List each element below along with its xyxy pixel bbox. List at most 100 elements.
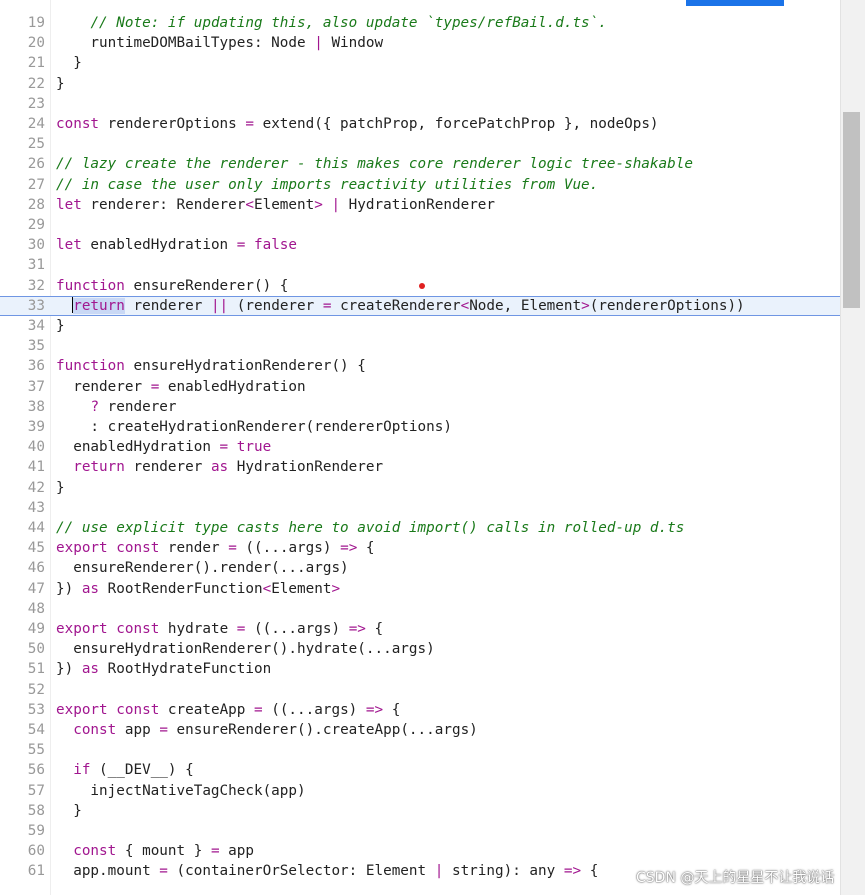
- line-code: // lazy create the renderer - this makes…: [56, 154, 693, 174]
- code-line[interactable]: 31: [0, 255, 840, 275]
- line-number: 51: [27, 661, 45, 678]
- code-line[interactable]: 57 injectNativeTagCheck(app): [0, 781, 840, 801]
- code-line[interactable]: 22}: [0, 74, 840, 94]
- code-line[interactable]: 40 enabledHydration = true: [0, 437, 840, 457]
- line-number: 44: [27, 520, 45, 536]
- line-number: 26: [27, 156, 45, 173]
- code-line[interactable]: 33 return renderer || (renderer = create…: [0, 295, 840, 316]
- line-number: 36: [27, 358, 45, 375]
- code-token: return: [73, 459, 125, 476]
- code-token: // lazy create the renderer - this makes…: [56, 156, 693, 173]
- code-line[interactable]: 60 const { mount } = app: [0, 841, 840, 861]
- code-line[interactable]: 30 let enabledHydration = false: [0, 235, 840, 255]
- code-line[interactable]: 42}: [0, 478, 840, 498]
- code-line[interactable]: 52: [0, 680, 840, 700]
- line-number: 49: [27, 621, 45, 637]
- code-line[interactable]: 59: [0, 821, 840, 841]
- code-token: string): any: [443, 863, 564, 880]
- line-code: ensureHydrationRenderer().hydrate(...arg…: [56, 639, 435, 659]
- code-token: >: [314, 196, 323, 213]
- code-line[interactable]: 41 return renderer as HydrationRenderer: [0, 457, 840, 477]
- line-number: 43: [27, 499, 45, 516]
- code-token: }: [56, 75, 65, 92]
- line-code: function ensureRenderer() {: [56, 276, 288, 296]
- line-number: 27: [27, 176, 45, 193]
- code-token: : createHydrationRenderer(rendererOption…: [56, 419, 452, 435]
- code-token: ((...args): [262, 701, 366, 718]
- code-token: createRenderer: [331, 297, 461, 314]
- code-line[interactable]: 29: [0, 215, 840, 235]
- code-token: =: [159, 863, 168, 880]
- code-token: (__DEV__) {: [90, 762, 194, 779]
- line-number: 37: [27, 378, 45, 395]
- code-line[interactable]: 48: [0, 599, 840, 619]
- line-code: let renderer: Renderer<Element> | Hydrat…: [56, 195, 495, 215]
- code-line[interactable]: 20 runtimeDOMBailTypes: Node | Window: [0, 33, 840, 53]
- code-token: =>: [340, 540, 358, 557]
- code-line[interactable]: 47}) as RootRenderFunction<Element>: [0, 579, 840, 599]
- code-editor[interactable]: 19 // Note: if updating this, also updat…: [0, 0, 865, 895]
- code-token: enabledHydration: [81, 237, 237, 254]
- code-line[interactable]: 39 : createHydrationRenderer(rendererOpt…: [0, 417, 840, 437]
- code-token: }: [56, 479, 65, 496]
- code-line[interactable]: 53 export const createApp = ((...args) =>…: [0, 700, 840, 720]
- code-line[interactable]: 58 }: [0, 801, 840, 821]
- code-token: export: [56, 621, 108, 637]
- code-token: true: [236, 439, 272, 456]
- code-token: }): [56, 661, 82, 678]
- line-code: renderer = enabledHydration: [56, 377, 306, 397]
- code-line[interactable]: 26 // lazy create the renderer - this mak…: [0, 154, 840, 174]
- line-number: 29: [27, 217, 45, 233]
- code-token: =>: [365, 701, 384, 718]
- scrollbar-thumb[interactable]: [843, 112, 860, 308]
- code-token: ensureRenderer() {: [124, 277, 289, 294]
- code-token: const: [73, 843, 117, 860]
- code-token: enabledHydration: [159, 378, 306, 395]
- code-line[interactable]: 46 ensureRenderer().render(...args): [0, 558, 840, 578]
- code-token: (rendererOptions)): [589, 297, 745, 314]
- code-line[interactable]: 37 renderer = enabledHydration: [0, 377, 840, 397]
- active-tab-indicator[interactable]: [686, 0, 784, 6]
- code-line[interactable]: 50 ensureHydrationRenderer().hydrate(...…: [0, 639, 840, 659]
- line-code: runtimeDOMBailTypes: Node | Window: [56, 33, 383, 53]
- code-token: <: [262, 580, 272, 597]
- code-token: // in case the user only imports reactiv…: [56, 176, 599, 193]
- line-number: 38: [27, 398, 45, 415]
- code-token: renderer: [99, 398, 177, 415]
- line-code: let enabledHydration = false: [56, 235, 297, 255]
- code-line[interactable]: 27 // in case the user only imports react…: [0, 175, 840, 195]
- code-line[interactable]: 44 // use explicit type casts here to avo…: [0, 518, 840, 538]
- code-line[interactable]: 49 export const hydrate = ((...args) => {: [0, 619, 840, 639]
- line-number: 34: [27, 318, 45, 334]
- code-line[interactable]: 45 export const render = ((...args) => {: [0, 538, 840, 558]
- code-line[interactable]: 21 }: [0, 53, 840, 73]
- code-token: {: [357, 540, 375, 557]
- code-token: renderer: [124, 297, 211, 314]
- code-token: const: [56, 116, 100, 132]
- code-line[interactable]: 35: [0, 336, 840, 356]
- code-line[interactable]: 25: [0, 134, 840, 154]
- code-token: {: [365, 621, 384, 637]
- code-line[interactable]: 19 // Note: if updating this, also updat…: [0, 13, 840, 33]
- code-token: export: [56, 701, 108, 718]
- code-line[interactable]: 43: [0, 498, 840, 518]
- line-number: 57: [27, 782, 45, 799]
- code-line[interactable]: 55: [0, 740, 840, 760]
- code-line[interactable]: 23: [0, 94, 840, 114]
- code-line[interactable]: 56 if (__DEV__) {: [0, 760, 840, 780]
- code-line[interactable]: 24 const rendererOptions = extend({ patch…: [0, 114, 840, 134]
- code-token: |: [331, 196, 341, 213]
- line-code: }: [56, 478, 65, 498]
- line-code: const rendererOptions = extend({ patchPr…: [56, 114, 659, 134]
- code-line[interactable]: 36 function ensureHydrationRenderer() {: [0, 356, 840, 376]
- code-line[interactable]: 28 let renderer: Renderer<Element> | Hydr…: [0, 195, 840, 215]
- code-line[interactable]: 54 const app = ensureRenderer().createAp…: [0, 720, 840, 740]
- code-line[interactable]: 34}: [0, 316, 840, 336]
- line-number: 55: [27, 742, 45, 759]
- code-line[interactable]: 38 ? renderer: [0, 397, 840, 417]
- line-code: ensureRenderer().render(...args): [56, 558, 348, 578]
- code-line[interactable]: 51}) as RootHydrateFunction: [0, 659, 840, 679]
- line-code: // in case the user only imports reactiv…: [56, 175, 598, 195]
- code-token: const: [116, 540, 160, 557]
